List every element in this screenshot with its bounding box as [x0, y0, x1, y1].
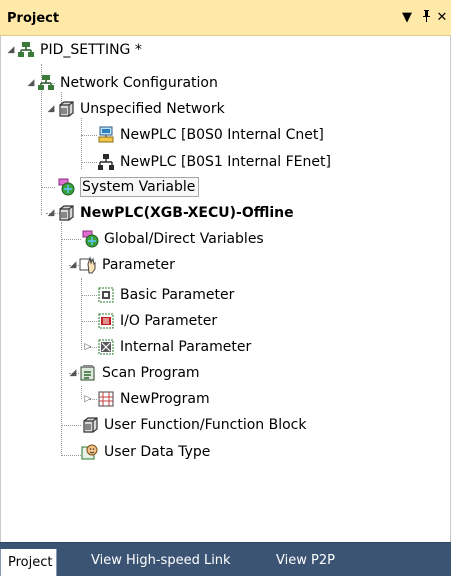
- expand-arrow-icon[interactable]: ▷: [83, 342, 93, 352]
- tree-label-user-data-type: User Data Type: [104, 444, 211, 460]
- collapse-arrow-icon[interactable]: ◢: [6, 45, 16, 55]
- internal-parameter-icon: [98, 339, 114, 355]
- chevron-down-icon[interactable]: ▼: [399, 9, 415, 27]
- tree-item-io-parameter[interactable]: I/O Parameter: [97, 308, 217, 334]
- panel-title-bar: Project ▼ ✕: [0, 0, 451, 36]
- project-tree: ◢ PID_SETTING * ◢ Network Configuration …: [0, 36, 451, 542]
- collapse-arrow-icon[interactable]: ◢: [46, 104, 56, 114]
- tab-project[interactable]: Project: [0, 549, 58, 576]
- io-parameter-icon: [98, 313, 114, 329]
- pin-icon[interactable]: [418, 9, 434, 27]
- ladder-program-icon: [98, 391, 114, 407]
- close-icon[interactable]: ✕: [434, 9, 450, 27]
- tree-label-plc: NewPLC(XGB-XECU)-Offline: [80, 205, 294, 221]
- tree-label-root: PID_SETTING *: [40, 42, 142, 58]
- expand-arrow-icon[interactable]: ▷: [83, 394, 93, 404]
- network-box-icon: [59, 101, 74, 117]
- fenet-module-icon: [98, 154, 114, 170]
- tree-item-basic-parameter[interactable]: Basic Parameter: [97, 282, 234, 308]
- tree-item-cnet[interactable]: NewPLC [B0S0 Internal Cnet]: [97, 122, 324, 148]
- tab-view-p2p[interactable]: View P2P: [271, 547, 340, 576]
- user-data-type-icon: [81, 444, 98, 460]
- parameter-icon: [79, 256, 96, 274]
- tree-label-parameter: Parameter: [102, 257, 175, 273]
- tree-label-cnet: NewPLC [B0S0 Internal Cnet]: [120, 127, 324, 143]
- panel-tab-bar: Project View High-speed Link View P2P: [0, 542, 451, 576]
- collapse-arrow-icon[interactable]: ◢: [68, 368, 78, 378]
- tree-item-network-configuration[interactable]: ◢ Network Configuration: [28, 70, 218, 96]
- tree-item-fenet[interactable]: NewPLC [B0S1 Internal FEnet]: [97, 149, 331, 175]
- tree-item-new-program[interactable]: ▷ NewProgram: [85, 386, 210, 412]
- tree-label-global-variables: Global/Direct Variables: [104, 231, 264, 247]
- project-network-icon: [18, 42, 34, 57]
- tree-item-parameter[interactable]: ◢ Parameter: [70, 252, 175, 278]
- tree-label-fenet: NewPLC [B0S1 Internal FEnet]: [120, 154, 331, 170]
- tree-item-internal-parameter[interactable]: ▷ Internal Parameter: [85, 334, 252, 360]
- collapse-arrow-icon[interactable]: ◢: [26, 78, 36, 88]
- user-function-icon: [83, 417, 98, 433]
- tree-label-basic-parameter: Basic Parameter: [120, 287, 235, 303]
- tree-label-unspecified-network: Unspecified Network: [80, 101, 225, 117]
- tree-label-new-program: NewProgram: [120, 391, 210, 407]
- tab-view-high-speed-link[interactable]: View High-speed Link: [86, 547, 236, 576]
- tree-item-plc[interactable]: ◢ NewPLC(XGB-XECU)-Offline: [48, 200, 294, 226]
- tree-label-network-configuration: Network Configuration: [60, 75, 218, 91]
- tree-item-user-data-type[interactable]: User Data Type: [81, 439, 210, 465]
- collapse-arrow-icon[interactable]: ◢: [68, 260, 78, 270]
- tree-item-global-variables[interactable]: Global/Direct Variables: [81, 226, 264, 252]
- network-configuration-icon: [38, 75, 54, 90]
- tree-item-unspecified-network[interactable]: ◢ Unspecified Network: [48, 96, 225, 122]
- tree-label-user-function: User Function/Function Block: [104, 417, 307, 433]
- tree-label-io-parameter: I/O Parameter: [120, 313, 218, 329]
- cnet-module-icon: [98, 126, 114, 143]
- tree-item-root[interactable]: ◢ PID_SETTING *: [8, 37, 142, 63]
- tree-label-internal-parameter: Internal Parameter: [120, 339, 252, 355]
- collapse-arrow-icon[interactable]: ◢: [46, 208, 56, 218]
- tree-item-scan-program[interactable]: ◢ Scan Program: [70, 360, 200, 386]
- panel-title: Project: [7, 11, 60, 26]
- system-variable-icon: [58, 178, 75, 196]
- tree-item-user-function[interactable]: User Function/Function Block: [81, 412, 307, 438]
- basic-parameter-icon: [98, 287, 114, 303]
- scan-program-icon: [80, 365, 95, 381]
- global-variables-icon: [82, 230, 99, 248]
- tree-label-system-variable: System Variable: [80, 177, 200, 197]
- tree-item-system-variable[interactable]: System Variable: [57, 174, 200, 200]
- plc-icon: [59, 205, 74, 221]
- tree-label-scan-program: Scan Program: [102, 365, 200, 381]
